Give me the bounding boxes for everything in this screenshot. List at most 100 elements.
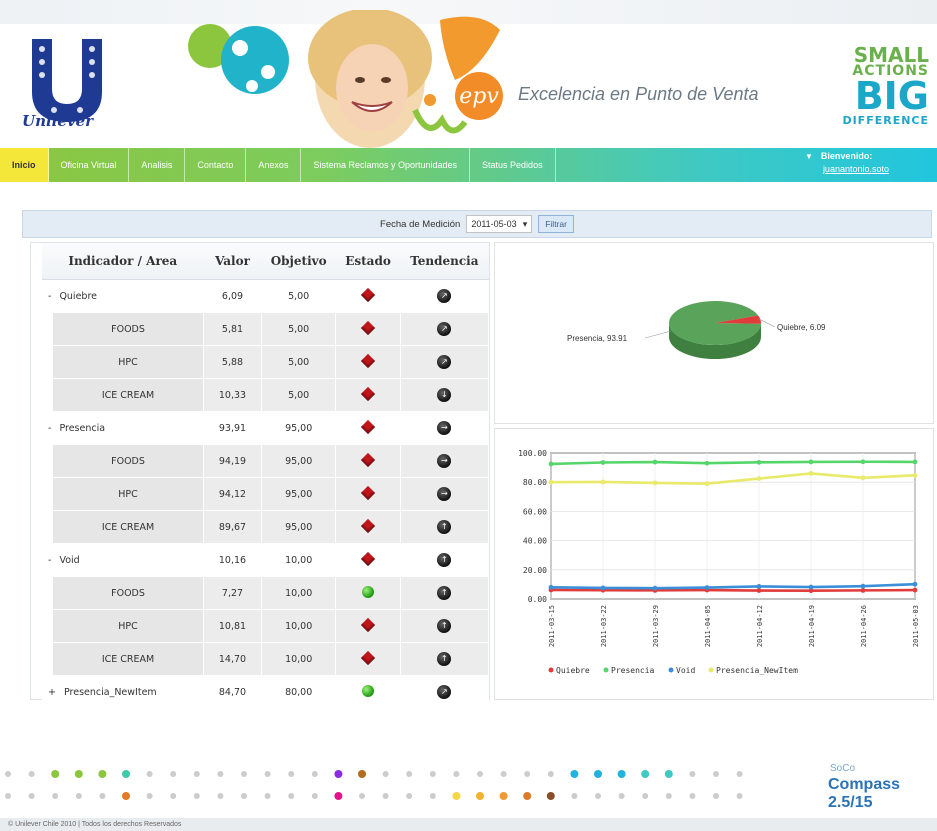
- nav-item-oficina-virtual[interactable]: Oficina Virtual: [49, 148, 130, 182]
- caret-down-icon[interactable]: ▼: [805, 152, 813, 161]
- decorative-dot: [736, 793, 743, 799]
- decorative-dot: [713, 793, 719, 799]
- collapse-toggle-icon[interactable]: -: [48, 555, 51, 566]
- data-point-quiebre[interactable]: [912, 587, 918, 593]
- table-row-group[interactable]: - Void 10,16 10,00 ↑: [42, 543, 489, 577]
- data-point-void[interactable]: [548, 584, 554, 590]
- table-row-sub: ICE CREAM 10,33 5,00 ↓: [31, 378, 490, 412]
- data-point-presencia_newitem[interactable]: [860, 475, 866, 481]
- collapse-toggle-icon[interactable]: -: [48, 423, 51, 434]
- tendencia-cell: ↗: [400, 675, 489, 708]
- status-red-icon: [360, 419, 376, 434]
- data-point-presencia[interactable]: [548, 461, 554, 467]
- data-point-presencia_newitem[interactable]: [548, 479, 554, 485]
- decorative-dot: [689, 793, 696, 799]
- decorative-dot: [288, 771, 295, 777]
- data-point-void[interactable]: [652, 585, 658, 591]
- decorative-dot: [51, 770, 60, 778]
- y-tick-label: 20.00: [523, 566, 547, 575]
- area-name: FOODS: [31, 444, 205, 478]
- slogan-line-4: DIFFERENCE: [842, 114, 929, 127]
- area-name: ICE CREAM: [31, 510, 205, 544]
- expand-toggle-icon[interactable]: +: [48, 687, 56, 698]
- line-chart-panel: 0.00 20.00 40.00 60.00 80.00 100.00 2011-03-15…: [494, 428, 934, 700]
- decorative-dot: [170, 793, 177, 799]
- estado-cell: [335, 444, 401, 478]
- data-point-void[interactable]: [860, 583, 866, 589]
- data-point-presencia[interactable]: [600, 460, 606, 465]
- objetivo-cell: 5,00: [260, 378, 337, 412]
- decorative-dot: [358, 770, 366, 778]
- decorative-dot: [241, 771, 247, 777]
- collapse-toggle-icon[interactable]: -: [48, 291, 51, 302]
- indicators-table: Indicador / Area Valor Objetivo Estado T…: [31, 243, 490, 708]
- decorative-dot: [641, 770, 650, 778]
- data-point-void[interactable]: [600, 585, 606, 591]
- indicator-label: Void: [59, 554, 80, 566]
- valor-cell: 5,81: [203, 312, 262, 346]
- arrow-up-right-icon: ↗: [437, 289, 452, 303]
- decorative-dot: [595, 793, 601, 799]
- valor-cell: 10,81: [203, 609, 262, 643]
- objetivo-cell: 10,00: [260, 609, 337, 643]
- table-row-group[interactable]: - Presencia 93,91 95,00 →: [42, 411, 489, 445]
- data-point-presencia[interactable]: [652, 459, 658, 465]
- arrow-up-icon: ↑: [437, 553, 452, 567]
- nav-item-inicio[interactable]: Inicio: [0, 148, 49, 182]
- data-point-presencia[interactable]: [808, 459, 814, 465]
- data-point-presencia[interactable]: [860, 459, 866, 465]
- status-red-icon: [360, 287, 376, 302]
- data-point-presencia_newitem[interactable]: [756, 476, 762, 481]
- filter-button[interactable]: Filtrar: [538, 215, 574, 233]
- indicator-label: Presencia: [59, 422, 106, 434]
- header: Unilever epv Excelencia en Punto de Vent…: [0, 0, 937, 148]
- data-point-void[interactable]: [808, 584, 814, 590]
- slogan-line-1: SMALL: [853, 43, 929, 67]
- arrow-up-icon: ↑: [437, 586, 452, 600]
- username-link[interactable]: juanantonio.soto: [805, 163, 889, 176]
- table-row-group[interactable]: - Quiebre 6,09 5,00 ↗: [42, 279, 489, 313]
- x-tick-label: 2011-04-19: [808, 605, 816, 647]
- nav-item-analisis[interactable]: Analisis: [129, 148, 186, 182]
- decorative-dot: [264, 793, 271, 799]
- arrow-right-icon: →: [437, 454, 452, 468]
- nav-item-anexos[interactable]: Anexos: [246, 148, 302, 182]
- data-point-presencia[interactable]: [912, 459, 918, 465]
- table-row-sub: HPC 94,12 95,00 →: [31, 477, 490, 511]
- data-point-void[interactable]: [912, 581, 918, 587]
- nav-item-status-pedidos[interactable]: Status Pedidos: [470, 148, 556, 182]
- tendencia-cell: ↑: [399, 642, 490, 676]
- data-point-presencia_newitem[interactable]: [808, 471, 814, 476]
- tendencia-cell: →: [399, 444, 490, 478]
- area-name: ICE CREAM: [31, 378, 205, 412]
- nav-item-sistema-reclamos[interactable]: Sistema Reclamos y Oportunidades: [301, 148, 471, 182]
- data-point-presencia_newitem[interactable]: [652, 480, 658, 486]
- data-point-quiebre[interactable]: [860, 587, 866, 593]
- objetivo-cell: 80,00: [261, 675, 336, 708]
- date-select[interactable]: 2011-05-03 ▾: [466, 215, 533, 233]
- valor-cell: 6,09: [203, 279, 262, 313]
- decorative-dot: [52, 793, 59, 799]
- objetivo-cell: 5,00: [260, 345, 337, 379]
- y-tick-label: 100.00: [518, 449, 547, 458]
- objetivo-cell: 10,00: [261, 543, 336, 577]
- indicator-label: Presencia_NewItem: [63, 686, 157, 698]
- data-point-presencia_newitem[interactable]: [704, 481, 710, 487]
- decorative-dot: [664, 770, 673, 778]
- decorative-dot: [406, 771, 413, 777]
- data-point-presencia_newitem[interactable]: [912, 472, 918, 478]
- data-point-quiebre[interactable]: [756, 588, 762, 593]
- data-point-presencia[interactable]: [756, 459, 762, 465]
- decorative-dot: [382, 771, 389, 777]
- data-point-void[interactable]: [756, 584, 762, 589]
- nav-item-contacto[interactable]: Contacto: [185, 148, 247, 182]
- decorative-dot: [146, 793, 153, 799]
- valor-cell: 89,67: [203, 510, 262, 544]
- objetivo-cell: 95,00: [260, 510, 337, 544]
- table-row-group[interactable]: + Presencia_NewItem 84,70 80,00 ↗: [42, 675, 489, 708]
- decorative-dot: [665, 793, 672, 799]
- data-point-presencia_newitem[interactable]: [600, 479, 606, 485]
- data-point-void[interactable]: [704, 585, 710, 591]
- data-point-presencia[interactable]: [704, 460, 710, 466]
- decorative-dot: [736, 771, 743, 777]
